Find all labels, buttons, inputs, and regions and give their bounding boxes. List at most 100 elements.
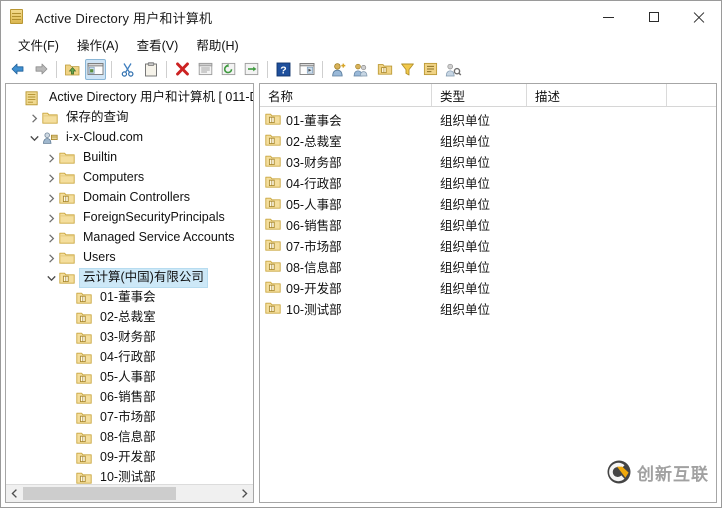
- scroll-right-arrow[interactable]: [236, 485, 253, 502]
- tree-node-ou-01[interactable]: 01-董事会: [6, 288, 253, 308]
- tree-node-company-ou[interactable]: 云计算(中国)有限公司: [6, 268, 253, 288]
- paste-icon[interactable]: [140, 59, 161, 80]
- domain-icon: [42, 131, 58, 146]
- tree-node-ou-02[interactable]: 02-总裁室: [6, 308, 253, 328]
- tree-node-foreignsecurityprincipals[interactable]: ForeignSecurityPrincipals: [6, 208, 253, 228]
- scroll-track[interactable]: [23, 485, 236, 502]
- tree-node-domain-controllers[interactable]: Domain Controllers: [6, 188, 253, 208]
- console-tree-pane: Active Directory 用户和计算机 [ 011-DC01 保存的查询 i…: [5, 83, 254, 503]
- back-icon[interactable]: [7, 59, 28, 80]
- folder-icon: [59, 231, 75, 246]
- results-pane: 名称 类型 描述 01-董事会 组织单位 02-总裁室 组织单位 03-财务部 组织单位 0…: [259, 83, 717, 503]
- close-button[interactable]: [676, 1, 721, 33]
- table-row[interactable]: 01-董事会 组织单位: [260, 109, 716, 130]
- tree-node-builtin[interactable]: Builtin: [6, 148, 253, 168]
- table-row[interactable]: 05-人事部 组织单位: [260, 193, 716, 214]
- show-hide-tree-icon[interactable]: [85, 58, 106, 80]
- tree-node-saved-queries[interactable]: 保存的查询: [6, 108, 253, 128]
- tree-node-managed-service-accounts[interactable]: Managed Service Accounts: [6, 228, 253, 248]
- tree-node-ou-10[interactable]: 10-测试部: [6, 468, 253, 484]
- ou-icon: [265, 154, 281, 169]
- tree-node-ou-08[interactable]: 08-信息部: [6, 428, 253, 448]
- manage-icon[interactable]: [443, 59, 464, 80]
- cell-name: 03-财务部: [260, 152, 432, 171]
- chevron-right-icon[interactable]: [44, 173, 59, 183]
- chevron-down-icon[interactable]: [44, 275, 59, 282]
- ad-users-and-computers-window: Active Directory 用户和计算机 文件(F) 操作(A) 查看(V…: [0, 0, 722, 508]
- chevron-right-icon[interactable]: [44, 213, 59, 223]
- ou-icon: [265, 217, 281, 232]
- new-ou-icon[interactable]: [374, 59, 395, 80]
- ou-icon: [265, 112, 281, 127]
- table-row[interactable]: 09-开发部 组织单位: [260, 277, 716, 298]
- console-tree[interactable]: Active Directory 用户和计算机 [ 011-DC01 保存的查询 i…: [6, 84, 253, 484]
- tree-node-root[interactable]: Active Directory 用户和计算机 [ 011-DC01: [6, 88, 253, 108]
- row-name-label: 02-总裁室: [286, 135, 342, 149]
- tree-node-ou-03[interactable]: 03-财务部: [6, 328, 253, 348]
- chevron-right-icon[interactable]: [44, 153, 59, 163]
- new-group-icon[interactable]: [351, 59, 372, 80]
- export-list-icon[interactable]: [241, 59, 262, 80]
- tree-node-label: Managed Service Accounts: [83, 230, 235, 244]
- table-row[interactable]: 03-财务部 组织单位: [260, 151, 716, 172]
- table-row[interactable]: 06-销售部 组织单位: [260, 214, 716, 235]
- scroll-left-arrow[interactable]: [6, 485, 23, 502]
- folder-icon: [59, 211, 75, 226]
- help-icon[interactable]: ?: [273, 59, 294, 80]
- tree-node-label: 03-财务部: [100, 330, 156, 344]
- ou-icon: [76, 391, 92, 406]
- menu-help[interactable]: 帮助(H): [187, 33, 247, 57]
- table-row[interactable]: 04-行政部 组织单位: [260, 172, 716, 193]
- column-header-type[interactable]: 类型: [432, 84, 527, 106]
- table-row[interactable]: 08-信息部 组织单位: [260, 256, 716, 277]
- chevron-right-icon[interactable]: [44, 253, 59, 263]
- tree-node-users[interactable]: Users: [6, 248, 253, 268]
- ou-icon: [76, 411, 92, 426]
- tree-node-computers[interactable]: Computers: [6, 168, 253, 188]
- chevron-right-icon[interactable]: [44, 193, 59, 203]
- column-header-filler: [667, 84, 716, 106]
- minimize-button[interactable]: [586, 1, 631, 33]
- ou-icon: [76, 471, 92, 485]
- up-one-level-icon[interactable]: [62, 59, 83, 80]
- menu-view[interactable]: 查看(V): [128, 33, 188, 57]
- find-icon[interactable]: [420, 59, 441, 80]
- toolbar: ?: [1, 56, 721, 83]
- maximize-button[interactable]: [631, 1, 676, 33]
- ou-icon: [265, 175, 281, 190]
- toolbar-separator: [56, 60, 57, 78]
- tree-node-ou-06[interactable]: 06-销售部: [6, 388, 253, 408]
- tree-node-ou-05[interactable]: 05-人事部: [6, 368, 253, 388]
- new-user-icon[interactable]: [328, 59, 349, 80]
- delete-icon[interactable]: [172, 59, 193, 80]
- tree-horizontal-scrollbar[interactable]: [6, 484, 253, 502]
- cut-icon[interactable]: [117, 59, 138, 80]
- table-row[interactable]: 10-测试部 组织单位: [260, 298, 716, 319]
- scroll-thumb[interactable]: [23, 487, 177, 500]
- table-row[interactable]: 07-市场部 组织单位: [260, 235, 716, 256]
- tree-node-ou-04[interactable]: 04-行政部: [6, 348, 253, 368]
- content-area: Active Directory 用户和计算机 [ 011-DC01 保存的查询 i…: [1, 83, 721, 507]
- refresh-icon[interactable]: [218, 59, 239, 80]
- cell-name: 10-测试部: [260, 299, 432, 318]
- tree-node-domain[interactable]: i-x-Cloud.com: [6, 128, 253, 148]
- chevron-right-icon[interactable]: [27, 113, 42, 123]
- chevron-right-icon[interactable]: [44, 233, 59, 243]
- cell-type: 组织单位: [440, 114, 491, 128]
- column-header-name[interactable]: 名称: [260, 84, 432, 106]
- cell-type: 组织单位: [440, 240, 491, 254]
- cell-name: 02-总裁室: [260, 131, 432, 150]
- menu-action[interactable]: 操作(A): [68, 33, 128, 57]
- menu-file[interactable]: 文件(F): [9, 33, 68, 57]
- forward-icon[interactable]: [30, 59, 51, 80]
- show-console-icon[interactable]: [296, 59, 317, 80]
- chevron-down-icon[interactable]: [27, 135, 42, 142]
- properties-icon[interactable]: [195, 59, 216, 80]
- tree-node-ou-07[interactable]: 07-市场部: [6, 408, 253, 428]
- tree-node-ou-09[interactable]: 09-开发部: [6, 448, 253, 468]
- ou-icon: [76, 371, 92, 386]
- filter-icon[interactable]: [397, 59, 418, 80]
- column-header-description[interactable]: 描述: [527, 84, 667, 106]
- table-row[interactable]: 02-总裁室 组织单位: [260, 130, 716, 151]
- list-body[interactable]: 01-董事会 组织单位 02-总裁室 组织单位 03-财务部 组织单位 04-行政部 组织单位…: [260, 107, 716, 502]
